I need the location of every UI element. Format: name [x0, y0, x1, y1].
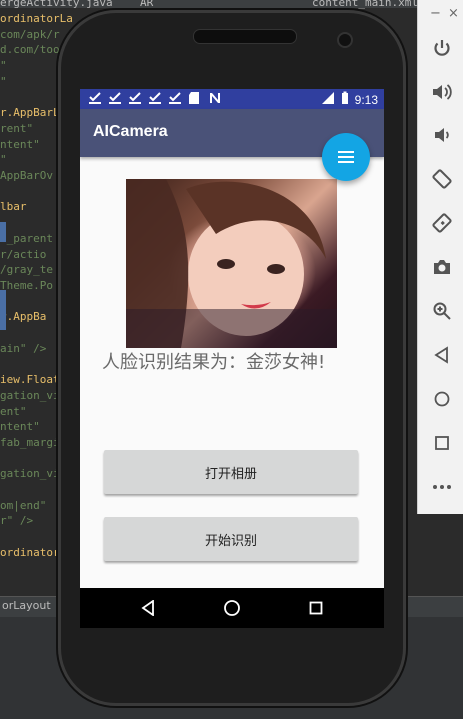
menu-icon: [338, 148, 354, 167]
code-line: om|end": [0, 498, 47, 512]
status-bar: 9:13: [80, 89, 384, 109]
ide-tab[interactable]: ergeActivity.java: [0, 0, 113, 9]
nav-back-icon[interactable]: [138, 598, 158, 618]
sd-card-icon: [188, 91, 202, 105]
volume-up-icon[interactable]: [430, 80, 454, 104]
code-line: com/apk/r: [0, 27, 60, 41]
android-nav-bar: [80, 588, 384, 628]
start-recognition-button[interactable]: 开始识别: [104, 517, 358, 561]
camera-icon[interactable]: [430, 255, 454, 279]
front-camera: [337, 32, 353, 48]
more-icon[interactable]: [430, 475, 454, 499]
home-icon[interactable]: [430, 387, 454, 411]
breadcrumb-label[interactable]: orLayout: [2, 599, 51, 612]
download-done-icon: [148, 91, 162, 105]
overview-icon[interactable]: [430, 431, 454, 455]
code-line: iew.Float: [0, 373, 60, 387]
download-done-icon: [168, 91, 182, 105]
recognition-result-text: 人脸识别结果为：金莎女神!: [102, 352, 326, 373]
code-line: gation_vi: [0, 467, 60, 481]
download-done-icon: [88, 91, 102, 105]
code-line: h_parent: [0, 231, 53, 245]
code-line: ": [0, 59, 7, 73]
ide-tab-bar: ergeActivity.java AR content_main.xml: [0, 0, 463, 9]
minimize-button[interactable]: −: [430, 6, 441, 21]
rotate-right-icon[interactable]: [430, 211, 454, 235]
back-icon[interactable]: [430, 343, 454, 367]
notification-icons: [88, 91, 222, 105]
code-line: rent": [0, 121, 34, 135]
code-line: ntent": [0, 137, 40, 151]
close-button[interactable]: ×: [448, 6, 459, 21]
ide-tab[interactable]: content_main.xml: [312, 0, 418, 9]
battery-icon: [341, 91, 349, 108]
download-done-icon: [128, 91, 142, 105]
emulator-toolbar: − ×: [417, 0, 463, 514]
nav-overview-icon[interactable]: [306, 598, 326, 618]
status-time: 9:13: [354, 92, 378, 107]
code-line: d.com/too: [0, 43, 60, 57]
code-line: AppBarOv: [0, 169, 53, 182]
power-icon[interactable]: [430, 36, 454, 60]
ide-tab[interactable]: AR: [140, 0, 153, 9]
status-right-cluster: 9:13: [321, 91, 378, 108]
code-line: ordinator: [0, 545, 60, 559]
code-line: r.AppBarL: [0, 106, 60, 120]
phone-screen: 9:13 AICamera 人脸识别结果为：金莎女神! 打开相册 开始识别: [80, 89, 384, 588]
selected-face-photo: [126, 179, 337, 348]
n-badge-icon: [208, 91, 222, 105]
fab-menu-button[interactable]: [322, 133, 370, 181]
code-line: ordinatorLa: [0, 12, 73, 25]
phone-speaker: [193, 29, 297, 44]
nav-home-icon[interactable]: [222, 598, 242, 618]
gutter-marker: [0, 290, 6, 330]
code-line: r.AppBa: [0, 310, 47, 324]
download-done-icon: [108, 91, 122, 105]
code-line: ent": [0, 404, 27, 418]
rotate-left-icon[interactable]: [430, 167, 454, 191]
code-line: ain" />: [0, 341, 47, 355]
code-line: /gray_te: [0, 263, 53, 277]
code-line: gation_vi: [0, 388, 60, 402]
code-line: r/actio: [0, 247, 47, 261]
code-line: fab_margi: [0, 435, 60, 449]
code-line: r" />: [0, 514, 34, 528]
open-album-button[interactable]: 打开相册: [104, 450, 358, 494]
code-line: lbar: [0, 200, 27, 214]
code-line: ntent": [0, 420, 40, 434]
volume-down-icon[interactable]: [430, 123, 454, 147]
code-line: ": [0, 74, 7, 88]
code-line: Theme.Po: [0, 278, 53, 292]
app-title: AICamera: [93, 123, 168, 140]
zoom-icon[interactable]: [430, 299, 454, 323]
code-line: ": [0, 153, 7, 167]
gutter-marker: [0, 222, 6, 242]
signal-icon: [321, 91, 335, 108]
